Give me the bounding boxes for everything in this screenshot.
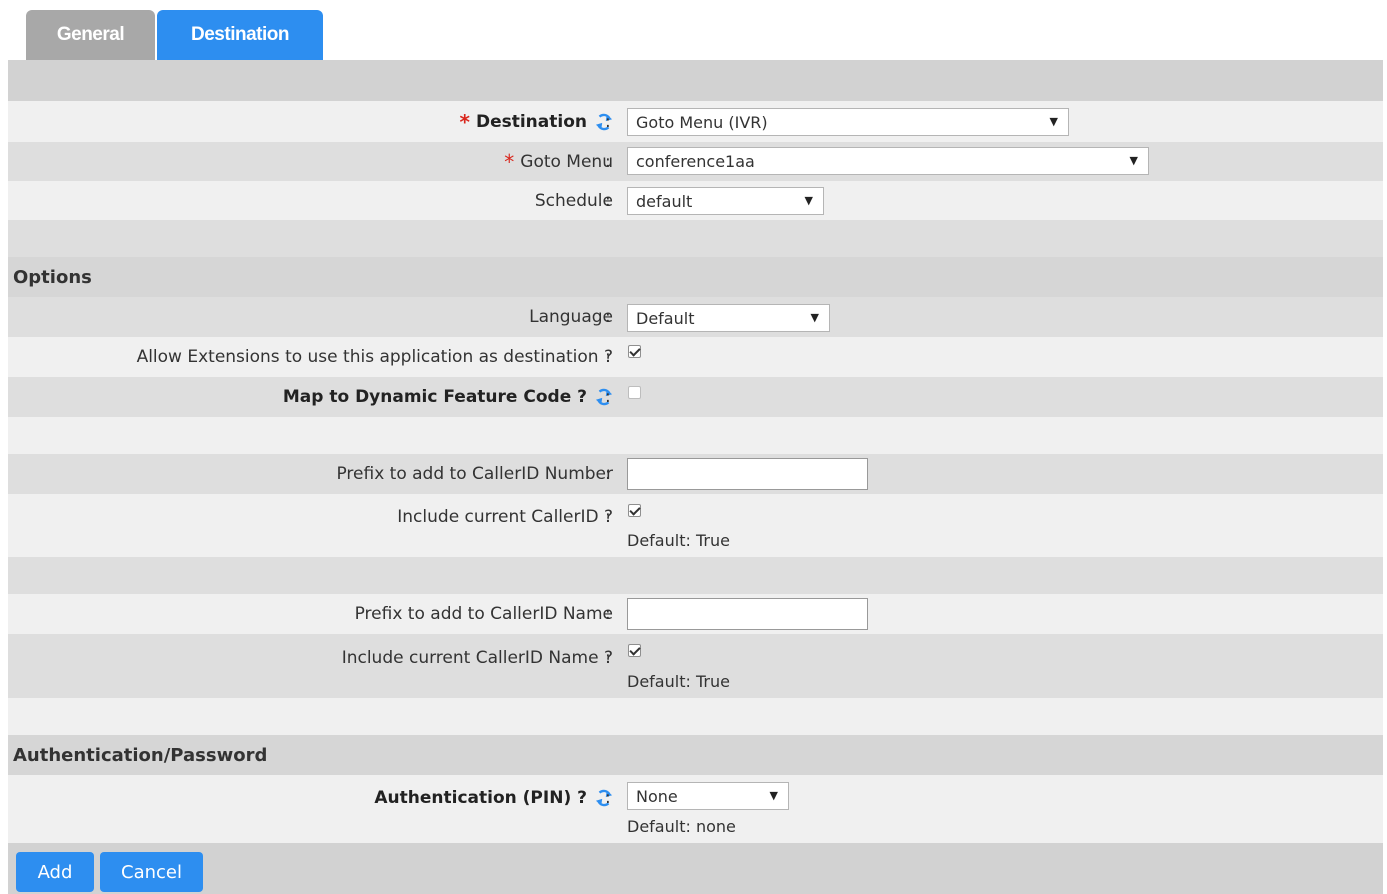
spacer-row bbox=[8, 698, 1383, 735]
auth-pin-value: None bbox=[636, 786, 678, 806]
map-feature-code-row: Map to Dynamic Feature Code ? : bbox=[8, 377, 1383, 417]
prefix-name-row: Prefix to add to CallerID Name : bbox=[8, 594, 1383, 634]
colon: : bbox=[605, 648, 611, 668]
destination-row: * Destination : Goto Menu (IVR) ▼ bbox=[8, 101, 1383, 142]
options-title: Options bbox=[13, 266, 92, 288]
auth-pin-default-hint: Default: none bbox=[627, 817, 736, 836]
allow-extensions-checkbox[interactable] bbox=[628, 345, 641, 358]
spacer-row bbox=[8, 220, 1383, 257]
add-button[interactable]: Add bbox=[16, 852, 94, 892]
footer-bar bbox=[8, 843, 1383, 894]
goto-menu-label: Goto Menu bbox=[520, 151, 613, 172]
map-feature-code-checkbox[interactable] bbox=[628, 386, 641, 399]
auth-title: Authentication/Password bbox=[13, 744, 268, 766]
options-section-header: Options bbox=[8, 257, 1383, 297]
prefix-number-label: Prefix to add to CallerID Number bbox=[336, 464, 613, 484]
colon: : bbox=[605, 347, 611, 367]
triangle-down-icon: ▼ bbox=[810, 311, 819, 324]
colon: : bbox=[605, 604, 611, 624]
required-asterisk-icon: * bbox=[459, 109, 470, 134]
tab-general[interactable]: General bbox=[26, 10, 155, 60]
auth-pin-select[interactable]: None ▼ bbox=[627, 782, 789, 810]
colon: : bbox=[605, 507, 611, 527]
goto-menu-row: * Goto Menu : conference1aa ▼ bbox=[8, 142, 1383, 181]
header-bar bbox=[8, 60, 1383, 101]
prefix-number-input[interactable] bbox=[627, 458, 868, 490]
include-callerid-label: Include current CallerID ? bbox=[397, 507, 613, 527]
language-row: Language : Default ▼ bbox=[8, 297, 1383, 337]
triangle-down-icon: ▼ bbox=[804, 194, 813, 207]
allow-extensions-row: Allow Extensions to use this application… bbox=[8, 337, 1383, 377]
prefix-name-input[interactable] bbox=[627, 598, 868, 630]
map-feature-code-label-group: Map to Dynamic Feature Code ? bbox=[283, 377, 613, 417]
triangle-down-icon: ▼ bbox=[769, 789, 778, 802]
triangle-down-icon: ▼ bbox=[1129, 154, 1138, 167]
tab-bar: General Destination bbox=[0, 0, 1387, 60]
destination-value: Goto Menu (IVR) bbox=[636, 112, 768, 132]
goto-menu-value: conference1aa bbox=[636, 151, 755, 171]
schedule-label: Schedule bbox=[534, 190, 613, 211]
include-callerid-checkbox[interactable] bbox=[628, 504, 641, 517]
goto-menu-select[interactable]: conference1aa ▼ bbox=[627, 147, 1149, 175]
include-callerid-default-hint: Default: True bbox=[627, 531, 730, 550]
colon: : bbox=[605, 307, 611, 327]
auth-section-header: Authentication/Password bbox=[8, 735, 1383, 775]
cancel-button[interactable]: Cancel bbox=[100, 852, 203, 892]
schedule-row: Schedule : default ▼ bbox=[8, 181, 1383, 220]
include-callerid-row: Include current CallerID ? : Default: Tr… bbox=[8, 494, 1383, 557]
auth-pin-label-group: Authentication (PIN) ? bbox=[374, 775, 613, 821]
required-asterisk-icon: * bbox=[504, 149, 515, 174]
spacer-row bbox=[8, 417, 1383, 454]
colon: : bbox=[605, 111, 611, 132]
colon: : bbox=[605, 788, 611, 808]
schedule-value: default bbox=[636, 191, 693, 211]
language-label: Language bbox=[529, 307, 613, 327]
include-callerid-name-row: Include current CallerID Name ? : Defaul… bbox=[8, 634, 1383, 698]
colon: : bbox=[605, 151, 611, 172]
destination-select[interactable]: Goto Menu (IVR) ▼ bbox=[627, 108, 1069, 136]
language-select[interactable]: Default ▼ bbox=[627, 304, 830, 332]
auth-pin-row: Authentication (PIN) ? : None ▼ Default:… bbox=[8, 775, 1383, 843]
prefix-number-row: Prefix to add to CallerID Number : bbox=[8, 454, 1383, 494]
map-feature-code-label: Map to Dynamic Feature Code ? bbox=[282, 387, 587, 407]
colon: : bbox=[605, 190, 611, 211]
destination-label: Destination bbox=[475, 111, 587, 132]
schedule-select[interactable]: default ▼ bbox=[627, 187, 824, 215]
triangle-down-icon: ▼ bbox=[1049, 115, 1058, 128]
spacer-row bbox=[8, 557, 1383, 594]
include-callerid-name-default-hint: Default: True bbox=[627, 672, 730, 691]
colon: : bbox=[605, 464, 611, 484]
destination-label-group: * Destination bbox=[460, 101, 614, 142]
prefix-name-label: Prefix to add to CallerID Name bbox=[354, 604, 613, 624]
colon: : bbox=[605, 387, 611, 407]
include-callerid-name-label: Include current CallerID Name ? bbox=[341, 648, 613, 668]
goto-menu-label-group: * Goto Menu bbox=[504, 142, 613, 181]
allow-extensions-label: Allow Extensions to use this application… bbox=[136, 347, 613, 367]
auth-pin-label: Authentication (PIN) ? bbox=[374, 788, 587, 808]
language-value: Default bbox=[636, 308, 695, 328]
tab-destination[interactable]: Destination bbox=[157, 10, 323, 60]
include-callerid-name-checkbox[interactable] bbox=[628, 644, 641, 657]
